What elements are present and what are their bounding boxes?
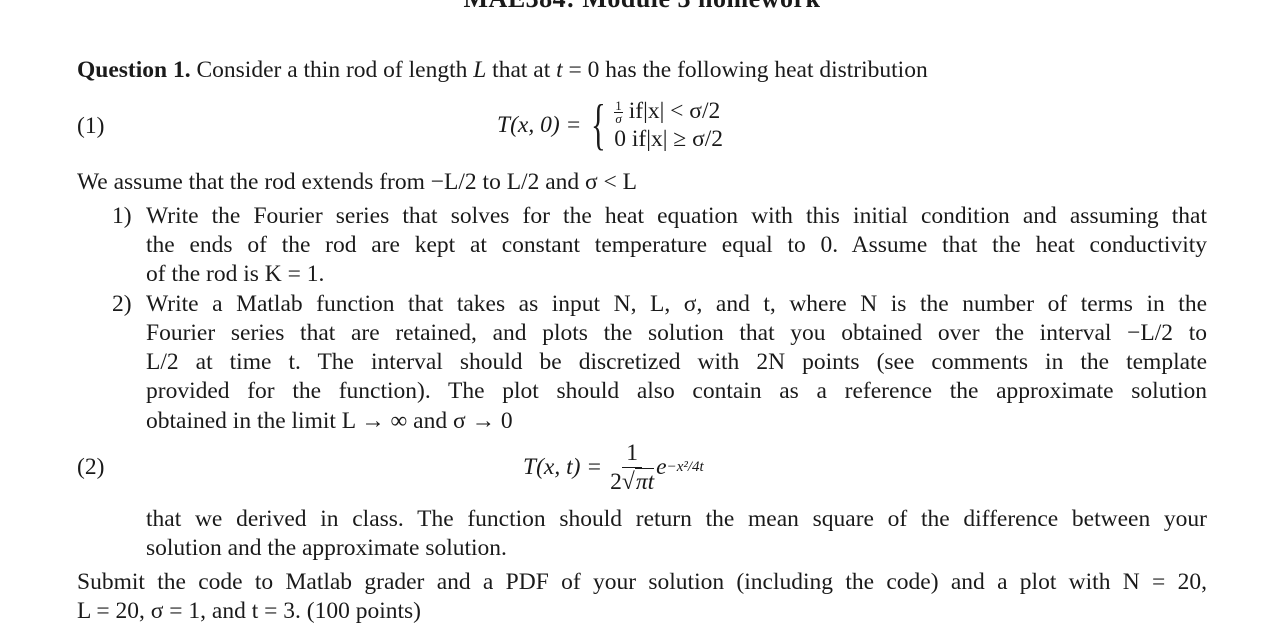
document-title: MAE384: Module 3 homework (0, 0, 1284, 13)
equation-1-cases: 1 σ if|x| < σ/2 0 if|x| ≥ σ/2 (614, 97, 723, 153)
item-2-line-2: Fourier series that are retained, and pl… (146, 320, 1207, 346)
item-2-marker: 2) (112, 291, 132, 317)
intro-pre: Consider a thin rod of length (196, 57, 468, 83)
exp-base: e (656, 453, 667, 480)
case-1: 1 σ if|x| < σ/2 (614, 97, 723, 125)
submission-line-1: Submit the code to Matlab grader and a P… (77, 569, 1207, 595)
equation-2-gaussian: T(x, t) = 1 2√πt e −x²/4t (523, 436, 704, 498)
equation-1-piecewise: T(x, 0) = { 1 σ if|x| < σ/2 0 if|x| ≥ σ/… (497, 94, 723, 156)
intro-eq: = 0 has the following heat distribution (568, 57, 928, 83)
case-2-condition: if|x| ≥ σ/2 (631, 126, 724, 153)
case-1-fraction: 1 σ (614, 98, 623, 127)
item-1-line-2: the ends of the rod are kept at constant… (146, 232, 1207, 258)
item-2-line-4: provided for the function). The plot sho… (146, 378, 1207, 404)
left-brace: { (591, 94, 607, 156)
equation-1-lhs: T(x, 0) = (497, 111, 582, 138)
question-intro: Question 1. Consider a thin rod of lengt… (77, 56, 928, 85)
sqrt-content: πt (634, 467, 655, 495)
equation-1-number: (1) (77, 113, 105, 139)
case-2: 0 if|x| ≥ σ/2 (614, 125, 723, 153)
submission-line-2: L = 20, σ = 1, and t = 3. (100 points) (77, 598, 421, 624)
item-2-line-5: obtained in the limit L → ∞ and σ → 0 (146, 408, 513, 434)
intro-var-L: L (473, 57, 487, 83)
item-2-line-1: Write a Matlab function that takes as in… (146, 291, 1207, 317)
assumption-text: We assume that the rod extends from −L/2… (77, 169, 638, 195)
equation-2-lhs: T(x, t) = (523, 453, 603, 480)
item-1-marker: 1) (112, 203, 132, 229)
sqrt-symbol: √ (621, 468, 635, 495)
question-label: Question 1. (77, 57, 191, 83)
intro-mid: that at (492, 57, 551, 83)
intro-var-t: t (556, 57, 563, 83)
equation-2-fraction: 1 2√πt (610, 439, 655, 496)
item-2-after-line-2: solution and the approximate solution. (146, 535, 507, 561)
item-2-after-line-1: that we derived in class. The function s… (146, 506, 1207, 532)
equation-2-numerator: 1 (622, 439, 643, 468)
case-1-condition: if|x| < σ/2 (628, 97, 721, 124)
equation-2-denominator: 2√πt (610, 467, 655, 495)
exponent: −x²/4t (666, 458, 704, 475)
item-2-line-3: L/2 at time t. The interval should be di… (146, 349, 1207, 375)
item-1-line-1: Write the Fourier series that solves for… (146, 203, 1207, 229)
case-2-value: 0 (614, 126, 627, 153)
item-1-line-3: of the rod is K = 1. (146, 261, 325, 287)
equation-2-number: (2) (77, 454, 105, 480)
homework-page: MAE384: Module 3 homework Question 1. Co… (0, 0, 1284, 636)
